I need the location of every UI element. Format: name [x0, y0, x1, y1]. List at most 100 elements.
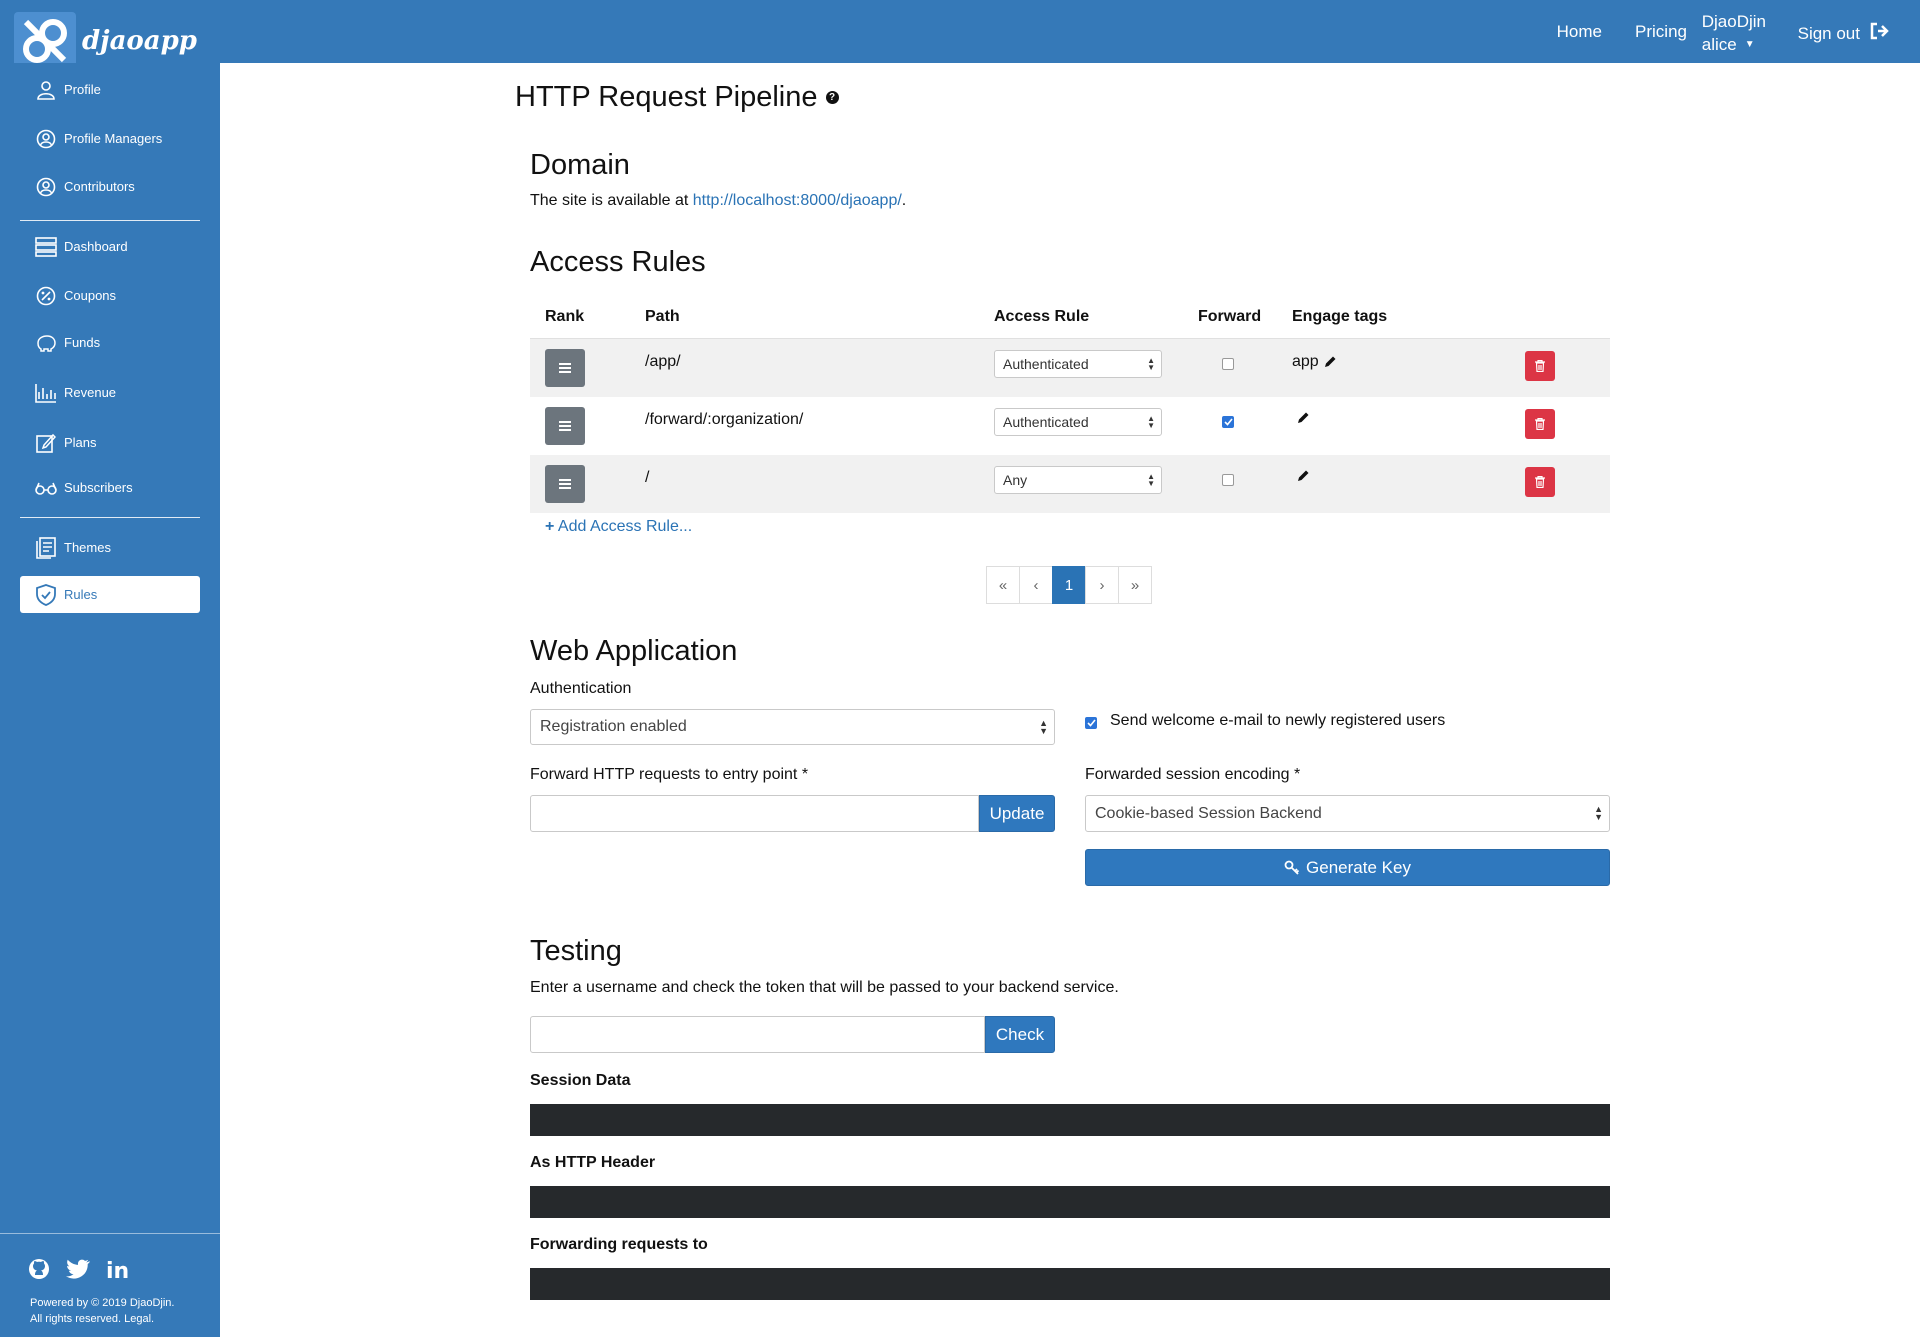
- edit-icon: [34, 432, 58, 454]
- engage-tags-cell[interactable]: [1292, 469, 1310, 483]
- pagination: « ‹ 1 › »: [986, 566, 1152, 604]
- sidebar-item-label: Profile: [64, 82, 101, 97]
- pagination-prev[interactable]: ‹: [1019, 566, 1053, 604]
- welcome-email-label: Send welcome e-mail to newly registered …: [1110, 712, 1446, 729]
- domain-link[interactable]: http://localhost:8000/djaoapp/: [693, 192, 902, 209]
- pencil-icon: [1298, 470, 1309, 481]
- column-header-rank: Rank: [545, 307, 585, 325]
- sidebar-item-revenue[interactable]: Revenue: [20, 374, 200, 411]
- nav-pricing-link[interactable]: Pricing: [1635, 22, 1687, 42]
- sidebar-item-profile[interactable]: Profile: [20, 71, 200, 108]
- sidebar-item-subscribers[interactable]: Subscribers: [20, 469, 200, 506]
- drag-handle-button[interactable]: [545, 407, 585, 445]
- pagination-page-1[interactable]: 1: [1052, 566, 1086, 604]
- check-icon: [1223, 418, 1233, 426]
- help-icon[interactable]: ?: [825, 91, 839, 104]
- delete-rule-button[interactable]: [1525, 409, 1555, 439]
- sidebar-item-label: Contributors: [64, 179, 135, 194]
- signout-icon: [1870, 22, 1890, 45]
- engage-tags-value: app: [1292, 353, 1319, 370]
- chart-icon: [34, 382, 58, 404]
- forward-checkbox[interactable]: [1222, 474, 1234, 486]
- sidebar-item-label: Revenue: [64, 385, 117, 400]
- sidebar-item-plans[interactable]: Plans: [20, 424, 200, 461]
- sidebar-item-contributors[interactable]: Contributors: [20, 168, 200, 205]
- brand-logo[interactable]: djaoapp: [14, 12, 197, 70]
- sidebar-footer-divider: [0, 1233, 220, 1234]
- access-rule-value: Authenticated: [1003, 414, 1089, 430]
- pagination-next[interactable]: ›: [1085, 566, 1119, 604]
- drag-handle-button[interactable]: [545, 465, 585, 503]
- web-application-heading: Web Application: [530, 635, 738, 667]
- engage-tags-cell[interactable]: [1292, 411, 1310, 425]
- access-rule-select[interactable]: Any ▲ ▼: [994, 466, 1162, 494]
- authentication-select[interactable]: Registration enabled ▲ ▼: [530, 709, 1055, 745]
- plus-icon: +: [545, 518, 555, 535]
- select-arrows-icon: ▲ ▼: [1594, 804, 1603, 822]
- access-rules-heading: Access Rules: [530, 246, 706, 278]
- user-name: alice: [1701, 35, 1737, 54]
- shield-icon: [34, 583, 58, 606]
- dashboard-icon: [34, 236, 58, 258]
- rule-path: /: [645, 469, 650, 486]
- session-encoding-select[interactable]: Cookie-based Session Backend ▲ ▼: [1085, 795, 1610, 832]
- sidebar-item-funds[interactable]: Funds: [20, 324, 200, 361]
- add-access-rule-label: Add Access Rule...: [557, 518, 693, 535]
- testing-heading: Testing: [530, 935, 622, 967]
- sidebar-item-coupons[interactable]: Coupons: [20, 277, 200, 314]
- sidebar-item-themes[interactable]: Themes: [20, 529, 200, 566]
- piggy-bank-icon: [34, 332, 58, 354]
- username-input[interactable]: [530, 1016, 985, 1053]
- add-access-rule-link[interactable]: + Add Access Rule...: [545, 518, 692, 536]
- http-header-output: [530, 1186, 1610, 1218]
- user-menu-dropdown[interactable]: DjaoDjin alice ▼: [1702, 10, 1766, 56]
- forward-checkbox[interactable]: [1222, 416, 1234, 428]
- sidebar-item-profile-managers[interactable]: Profile Managers: [20, 120, 200, 157]
- pagination-first[interactable]: «: [986, 566, 1020, 604]
- check-button[interactable]: Check: [985, 1016, 1055, 1053]
- check-icon: [1086, 719, 1096, 727]
- sidebar-item-label: Profile Managers: [64, 131, 163, 146]
- bars-icon: [559, 421, 571, 431]
- sidebar-item-label: Coupons: [64, 288, 117, 303]
- welcome-email-checkbox[interactable]: [1085, 717, 1097, 729]
- main-content: HTTP Request Pipeline ? Domain The site …: [220, 63, 1920, 1337]
- sidebar-divider: [20, 220, 200, 221]
- update-button[interactable]: Update: [979, 795, 1055, 832]
- top-navbar: djaoapp Home Pricing DjaoDjin alice ▼ Si…: [0, 0, 1920, 70]
- sidebar-item-rules[interactable]: Rules: [20, 576, 200, 613]
- engage-tags-cell[interactable]: app: [1292, 353, 1337, 371]
- sidebar: Profile Profile Managers Contributors Da…: [0, 63, 220, 1337]
- sidebar-item-dashboard[interactable]: Dashboard: [20, 228, 200, 265]
- forward-checkbox[interactable]: [1222, 358, 1234, 370]
- signout-label: Sign out: [1797, 23, 1860, 43]
- table-row: /forward/:organization/ Authenticated ▲ ▼: [530, 397, 1610, 455]
- linkedin-icon[interactable]: in: [106, 1259, 129, 1284]
- sidebar-item-label: Plans: [64, 435, 97, 450]
- access-rule-select[interactable]: Authenticated ▲ ▼: [994, 408, 1162, 436]
- logo-icon: [14, 12, 76, 70]
- generate-key-button[interactable]: Generate Key: [1085, 849, 1610, 886]
- github-icon[interactable]: [28, 1258, 50, 1285]
- column-header-engage-tags: Engage tags: [1292, 307, 1388, 325]
- access-rules-table: Rank Path Access Rule Forward Engage tag…: [530, 295, 1610, 513]
- pagination-last[interactable]: »: [1118, 566, 1152, 604]
- delete-rule-button[interactable]: [1525, 351, 1555, 381]
- trash-icon: [1535, 360, 1545, 372]
- page-title-text: HTTP Request Pipeline: [515, 81, 818, 113]
- bars-icon: [559, 479, 571, 489]
- drag-handle-button[interactable]: [545, 349, 585, 387]
- rule-path: /app/: [645, 353, 681, 370]
- twitter-icon[interactable]: [66, 1259, 90, 1284]
- authentication-value: Registration enabled: [540, 718, 687, 735]
- domain-text-prefix: The site is available at: [530, 192, 693, 209]
- signout-link[interactable]: Sign out: [1798, 22, 1890, 45]
- nav-home-link[interactable]: Home: [1557, 22, 1602, 42]
- entry-point-input[interactable]: [530, 795, 979, 832]
- delete-rule-button[interactable]: [1525, 467, 1555, 497]
- domain-heading: Domain: [530, 149, 630, 181]
- access-rule-select[interactable]: Authenticated ▲ ▼: [994, 350, 1162, 378]
- sidebar-divider: [20, 517, 200, 518]
- key-icon: [1284, 860, 1300, 875]
- table-header: Rank Path Access Rule Forward Engage tag…: [530, 295, 1610, 339]
